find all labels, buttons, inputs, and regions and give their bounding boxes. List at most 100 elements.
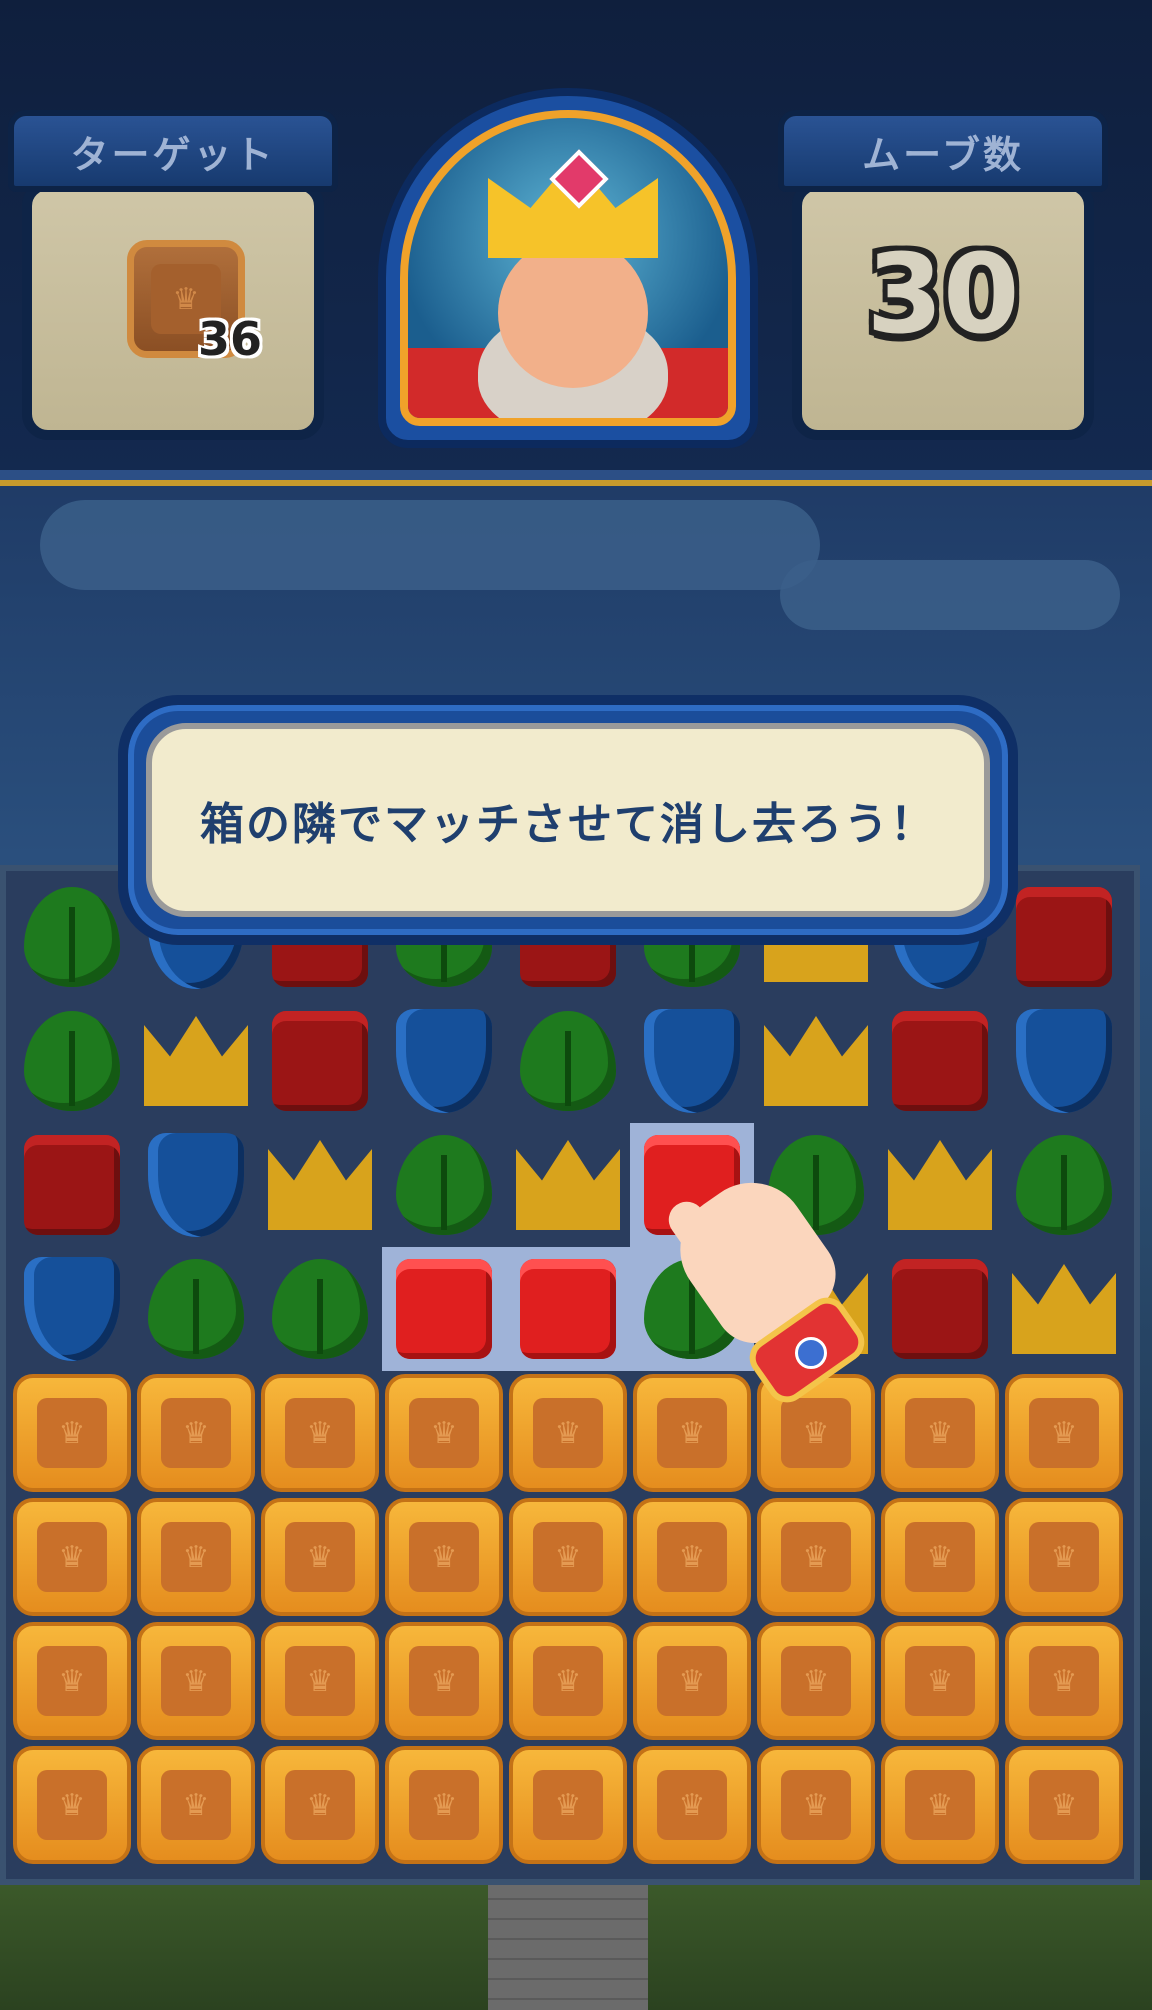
- wooden-crate-icon[interactable]: ♛: [633, 1374, 751, 1492]
- board-cell[interactable]: [506, 999, 630, 1123]
- board-cell[interactable]: [134, 1247, 258, 1371]
- board-cell[interactable]: [134, 1123, 258, 1247]
- board-cell[interactable]: ♛: [382, 1495, 506, 1619]
- board-cell[interactable]: ♛: [10, 1743, 134, 1867]
- board-cell[interactable]: [878, 1247, 1002, 1371]
- board-cell[interactable]: [10, 999, 134, 1123]
- board-cell[interactable]: ♛: [10, 1619, 134, 1743]
- red-book-piece-icon[interactable]: [892, 1011, 988, 1111]
- board-cell[interactable]: ♛: [630, 1495, 754, 1619]
- board-cell[interactable]: [258, 1247, 382, 1371]
- wooden-crate-icon[interactable]: ♛: [137, 1374, 255, 1492]
- board-cell[interactable]: [258, 999, 382, 1123]
- wooden-crate-icon[interactable]: ♛: [261, 1498, 379, 1616]
- leaf-piece-icon[interactable]: [148, 1259, 244, 1359]
- board-cell[interactable]: ♛: [878, 1371, 1002, 1495]
- wooden-crate-icon[interactable]: ♛: [385, 1746, 503, 1864]
- shield-piece-icon[interactable]: [148, 1133, 244, 1237]
- board-cell[interactable]: ♛: [1002, 1619, 1126, 1743]
- board-cell[interactable]: ♛: [754, 1743, 878, 1867]
- board-cell[interactable]: ♛: [506, 1743, 630, 1867]
- board-cell[interactable]: [258, 1123, 382, 1247]
- board-cell[interactable]: ♛: [878, 1743, 1002, 1867]
- board-cell[interactable]: ♛: [754, 1495, 878, 1619]
- board-cell[interactable]: ♛: [506, 1371, 630, 1495]
- board-cell[interactable]: [134, 999, 258, 1123]
- red-book-piece-icon[interactable]: [24, 1135, 120, 1235]
- board-cell[interactable]: [878, 999, 1002, 1123]
- wooden-crate-icon[interactable]: ♛: [881, 1374, 999, 1492]
- board-cell[interactable]: ♛: [134, 1743, 258, 1867]
- board-cell[interactable]: [754, 999, 878, 1123]
- board-cell[interactable]: [1002, 1247, 1126, 1371]
- board-cell[interactable]: ♛: [630, 1619, 754, 1743]
- crown-piece-icon[interactable]: [268, 1140, 372, 1230]
- crown-piece-icon[interactable]: [144, 1016, 248, 1106]
- board-cell[interactable]: ♛: [134, 1619, 258, 1743]
- wooden-crate-icon[interactable]: ♛: [261, 1746, 379, 1864]
- wooden-crate-icon[interactable]: ♛: [137, 1746, 255, 1864]
- board-cell[interactable]: [382, 999, 506, 1123]
- board-cell[interactable]: ♛: [506, 1495, 630, 1619]
- crown-piece-icon[interactable]: [1012, 1264, 1116, 1354]
- wooden-crate-icon[interactable]: ♛: [385, 1374, 503, 1492]
- board-cell[interactable]: [1002, 999, 1126, 1123]
- wooden-crate-icon[interactable]: ♛: [633, 1498, 751, 1616]
- shield-piece-icon[interactable]: [1016, 1009, 1112, 1113]
- leaf-piece-icon[interactable]: [24, 1011, 120, 1111]
- leaf-piece-icon[interactable]: [272, 1259, 368, 1359]
- shield-piece-icon[interactable]: [24, 1257, 120, 1361]
- board-cell[interactable]: [1002, 875, 1126, 999]
- shield-piece-icon[interactable]: [644, 1009, 740, 1113]
- board-cell[interactable]: [506, 1247, 630, 1371]
- board-cell[interactable]: [382, 1123, 506, 1247]
- wooden-crate-icon[interactable]: ♛: [509, 1374, 627, 1492]
- board-cell[interactable]: ♛: [10, 1495, 134, 1619]
- board-cell[interactable]: [10, 875, 134, 999]
- board-cell[interactable]: [630, 999, 754, 1123]
- board-cell[interactable]: ♛: [1002, 1743, 1126, 1867]
- wooden-crate-icon[interactable]: ♛: [137, 1622, 255, 1740]
- wooden-crate-icon[interactable]: ♛: [1005, 1498, 1123, 1616]
- crown-piece-icon[interactable]: [764, 1016, 868, 1106]
- board-cell[interactable]: ♛: [10, 1371, 134, 1495]
- red-book-piece-icon[interactable]: [1016, 887, 1112, 987]
- board-cell[interactable]: ♛: [1002, 1495, 1126, 1619]
- wooden-crate-icon[interactable]: ♛: [757, 1622, 875, 1740]
- crown-piece-icon[interactable]: [888, 1140, 992, 1230]
- wooden-crate-icon[interactable]: ♛: [385, 1622, 503, 1740]
- board-cell[interactable]: ♛: [258, 1371, 382, 1495]
- wooden-crate-icon[interactable]: ♛: [881, 1498, 999, 1616]
- red-book-piece-icon[interactable]: [892, 1259, 988, 1359]
- board-cell[interactable]: ♛: [382, 1743, 506, 1867]
- board-cell[interactable]: ♛: [382, 1619, 506, 1743]
- red-book-piece-icon[interactable]: [396, 1259, 492, 1359]
- board-cell[interactable]: [506, 1123, 630, 1247]
- board-cell[interactable]: [878, 1123, 1002, 1247]
- wooden-crate-icon[interactable]: ♛: [137, 1498, 255, 1616]
- board-cell[interactable]: ♛: [258, 1495, 382, 1619]
- wooden-crate-icon[interactable]: ♛: [1005, 1374, 1123, 1492]
- leaf-piece-icon[interactable]: [396, 1135, 492, 1235]
- wooden-crate-icon[interactable]: ♛: [757, 1746, 875, 1864]
- wooden-crate-icon[interactable]: ♛: [1005, 1622, 1123, 1740]
- leaf-piece-icon[interactable]: [24, 887, 120, 987]
- wooden-crate-icon[interactable]: ♛: [633, 1746, 751, 1864]
- wooden-crate-icon[interactable]: ♛: [13, 1622, 131, 1740]
- board-cell[interactable]: ♛: [878, 1619, 1002, 1743]
- wooden-crate-icon[interactable]: ♛: [13, 1374, 131, 1492]
- board-cell[interactable]: ♛: [1002, 1371, 1126, 1495]
- leaf-piece-icon[interactable]: [520, 1011, 616, 1111]
- board-cell[interactable]: ♛: [878, 1495, 1002, 1619]
- wooden-crate-icon[interactable]: ♛: [13, 1498, 131, 1616]
- wooden-crate-icon[interactable]: ♛: [261, 1622, 379, 1740]
- wooden-crate-icon[interactable]: ♛: [509, 1746, 627, 1864]
- board-cell[interactable]: ♛: [754, 1619, 878, 1743]
- wooden-crate-icon[interactable]: ♛: [881, 1746, 999, 1864]
- board-cell[interactable]: ♛: [630, 1743, 754, 1867]
- board-cell[interactable]: ♛: [134, 1371, 258, 1495]
- board-cell[interactable]: ♛: [506, 1619, 630, 1743]
- board-cell[interactable]: ♛: [630, 1371, 754, 1495]
- shield-piece-icon[interactable]: [396, 1009, 492, 1113]
- board-cell[interactable]: [10, 1247, 134, 1371]
